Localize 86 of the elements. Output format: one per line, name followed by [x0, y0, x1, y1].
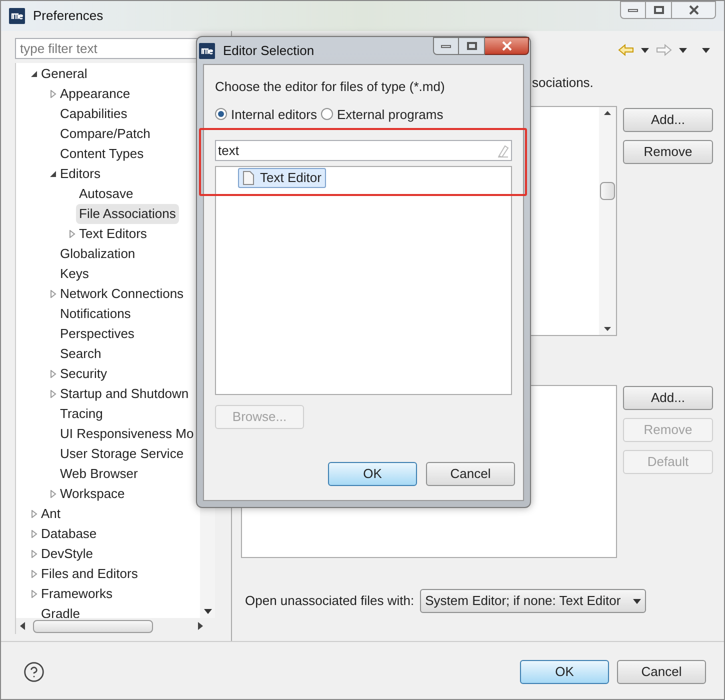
collapsed-arrow-icon[interactable] — [68, 230, 76, 238]
tree-item[interactable]: Capabilities — [60, 104, 128, 124]
scroll-down-icon[interactable] — [204, 609, 212, 614]
dropdown-caret-icon[interactable] — [641, 48, 649, 52]
editor-filter-field[interactable]: text — [215, 140, 512, 161]
menu-caret-icon[interactable] — [702, 48, 710, 52]
tree-item[interactable]: Security — [60, 364, 107, 384]
tree-item[interactable]: Frameworks — [41, 584, 113, 604]
close-button[interactable] — [672, 1, 716, 19]
tree-item[interactable]: Autosave — [79, 184, 134, 204]
window-title: Preferences — [33, 7, 104, 26]
tree-item[interactable]: UI Responsiveness Mo — [60, 424, 194, 444]
tree-item[interactable]: Compare/Patch — [60, 124, 150, 144]
collapsed-arrow-icon[interactable] — [49, 90, 57, 98]
collapsed-arrow-icon[interactable] — [30, 510, 38, 518]
dialog-button[interactable]: Cancel — [426, 462, 515, 486]
scroll-left-icon[interactable] — [20, 622, 25, 630]
dropdown-caret-icon[interactable] — [633, 598, 642, 604]
radio-option[interactable]: External programs — [321, 104, 444, 124]
push-button[interactable]: Add... — [623, 108, 713, 132]
tree-item[interactable]: Content Types — [60, 144, 144, 164]
scroll-thumb[interactable] — [600, 182, 615, 200]
scroll-down-icon[interactable] — [604, 327, 611, 331]
tree-item[interactable]: Text Editors — [79, 224, 147, 244]
collapsed-arrow-icon[interactable] — [30, 530, 38, 538]
document-icon — [243, 171, 254, 185]
tree-item[interactable]: Appearance — [60, 84, 130, 104]
editor-dropdown[interactable]: System Editor; if none: Text Editor — [420, 589, 646, 613]
tree-item[interactable]: Startup and Shutdown — [60, 384, 189, 404]
help-icon[interactable] — [23, 660, 45, 682]
tree-item[interactable]: Network Connections — [60, 284, 184, 304]
scroll-thumb[interactable] — [33, 620, 153, 632]
maximize-button[interactable] — [646, 1, 672, 19]
maximize-button[interactable] — [459, 37, 485, 55]
vertical-scrollbar[interactable] — [599, 107, 616, 335]
tree-item[interactable]: Tracing — [60, 404, 103, 424]
dialog-title: Editor Selection — [223, 42, 314, 60]
unassociated-label: Open unassociated files with: — [245, 592, 414, 610]
radio-icon[interactable] — [215, 108, 227, 120]
collapsed-arrow-icon[interactable] — [49, 370, 57, 378]
collapsed-arrow-icon[interactable] — [30, 590, 38, 598]
expanded-arrow-icon[interactable] — [49, 170, 57, 178]
app-logo-icon — [199, 42, 215, 58]
dialog-prompt: Choose the editor for files of type (*.md) — [215, 78, 446, 96]
collapsed-arrow-icon[interactable] — [49, 290, 57, 298]
tree-item[interactable]: Keys — [60, 264, 89, 284]
tree-item[interactable]: Search — [60, 344, 102, 364]
collapsed-arrow-icon[interactable] — [49, 390, 57, 398]
tree-item[interactable]: Perspectives — [60, 324, 134, 344]
dropdown-caret-icon[interactable] — [679, 48, 687, 52]
minimize-button[interactable] — [433, 37, 459, 55]
dialog-button[interactable]: Cancel — [617, 660, 706, 684]
editor-list-item[interactable]: Text Editor — [238, 168, 326, 188]
tree-item[interactable]: Editors — [60, 164, 100, 184]
tree-item[interactable]: User Storage Service — [60, 444, 184, 464]
tree-item[interactable]: Notifications — [60, 304, 131, 324]
expanded-arrow-icon[interactable] — [30, 70, 38, 78]
tree-item[interactable]: Workspace — [60, 484, 125, 504]
tree-item[interactable]: Web Browser — [60, 464, 138, 484]
radio-option[interactable]: Internal editors — [215, 104, 317, 124]
horizontal-scrollbar[interactable] — [16, 618, 215, 634]
tree-item[interactable]: Database — [41, 524, 97, 544]
close-icon — [688, 5, 698, 15]
back-arrow-icon[interactable] — [618, 44, 634, 56]
tree-item[interactable]: Ant — [41, 504, 61, 524]
editor-list[interactable]: Text Editor — [215, 166, 512, 395]
collapsed-arrow-icon[interactable] — [49, 490, 57, 498]
radio-icon[interactable] — [321, 108, 333, 120]
page-description: sociations. — [532, 75, 594, 90]
scroll-up-icon[interactable] — [604, 111, 611, 115]
tree-item[interactable]: File Associations — [76, 204, 179, 224]
collapsed-arrow-icon[interactable] — [30, 550, 38, 558]
tree-item[interactable]: DevStyle — [41, 544, 94, 564]
push-button[interactable]: Remove — [623, 140, 713, 164]
collapsed-arrow-icon[interactable] — [30, 570, 38, 578]
close-button[interactable] — [485, 37, 529, 55]
minimize-button[interactable] — [620, 1, 646, 19]
scroll-right-icon[interactable] — [198, 622, 203, 630]
close-icon — [502, 41, 512, 51]
tree-item[interactable]: Files and Editors — [41, 564, 138, 584]
dialog-button[interactable]: OK — [520, 660, 609, 684]
dialog-button[interactable]: OK — [328, 462, 417, 486]
push-button[interactable]: Add... — [623, 386, 713, 410]
tree-item[interactable]: Globalization — [60, 244, 136, 264]
tree-item[interactable]: General — [41, 64, 88, 84]
app-logo-icon — [9, 8, 25, 24]
